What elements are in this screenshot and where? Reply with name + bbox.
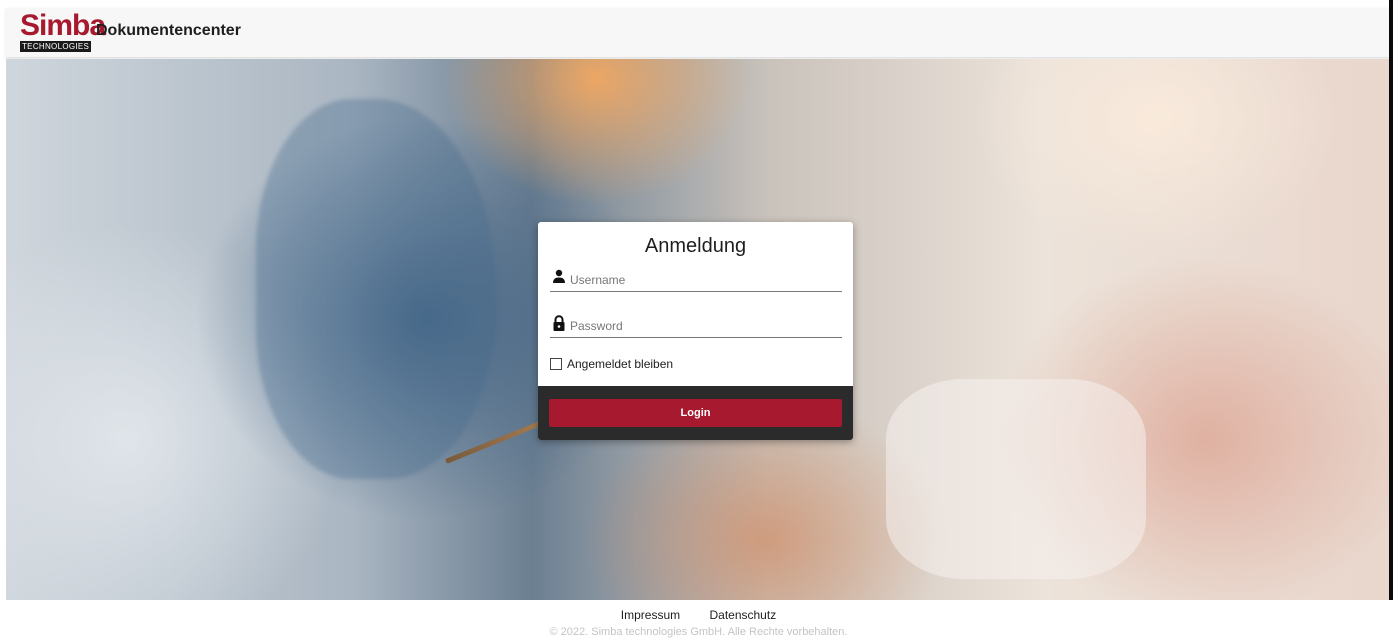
remember-checkbox[interactable] — [550, 358, 562, 370]
simba-logo[interactable]: Simba TECHNOLOGIES — [20, 11, 106, 55]
top-header: Simba TECHNOLOGIES Dokumentencenter — [6, 8, 1389, 58]
impressum-link[interactable]: Impressum — [621, 608, 680, 622]
background-sleeve — [886, 379, 1146, 579]
username-input[interactable] — [570, 271, 838, 289]
login-button[interactable]: Login — [549, 399, 842, 427]
logo-wordmark: Simba — [20, 9, 106, 42]
login-card-footer: Login — [538, 386, 853, 440]
page-footer: Impressum Datenschutz © 2022. Simba tech… — [0, 601, 1397, 641]
username-field[interactable] — [550, 266, 842, 292]
footer-links: Impressum Datenschutz — [0, 608, 1397, 622]
lock-icon — [552, 315, 566, 331]
login-title: Anmeldung — [644, 235, 747, 257]
remember-label[interactable]: Angemeldet bleiben — [567, 357, 673, 371]
password-field[interactable] — [550, 312, 842, 338]
screen-edge-right — [1389, 0, 1393, 600]
app-title: Dokumentencenter — [96, 22, 241, 39]
remember-me[interactable]: Angemeldet bleiben — [550, 356, 673, 372]
logo-subtext: TECHNOLOGIES — [20, 41, 92, 52]
password-input[interactable] — [570, 317, 838, 335]
copyright-text: © 2022. Simba technologies GmbH. Alle Re… — [549, 626, 848, 638]
background-figure — [256, 99, 496, 479]
datenschutz-link[interactable]: Datenschutz — [709, 608, 776, 622]
user-icon — [552, 269, 566, 285]
